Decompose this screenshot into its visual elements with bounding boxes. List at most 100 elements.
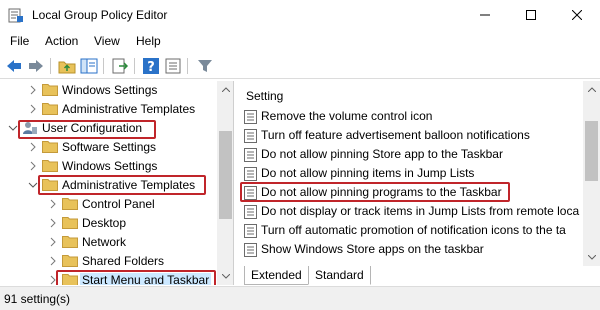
setting-row[interactable]: Turn off automatic promotion of notifica… [238, 221, 583, 240]
tree-item[interactable]: Windows Settings [0, 81, 218, 100]
minimize-button[interactable] [462, 0, 508, 30]
chevron-up-icon [221, 87, 230, 92]
chevron-right-icon[interactable] [28, 141, 38, 153]
folder-icon [42, 159, 58, 172]
chevron-down-icon[interactable] [8, 122, 18, 134]
menu-file[interactable]: File [10, 34, 29, 48]
setting-column-header[interactable]: Setting [246, 89, 283, 103]
tree-item[interactable]: Control Panel [0, 195, 218, 214]
setting-label: Remove the volume control icon [261, 109, 433, 123]
close-icon [572, 10, 582, 20]
tree-item-label: Shared Folders [82, 254, 165, 268]
setting-label: Show Windows Store apps on the taskbar [261, 242, 484, 256]
policy-setting-icon [244, 148, 257, 162]
setting-label: Turn off automatic promotion of notifica… [261, 223, 566, 237]
menu-action[interactable]: Action [45, 34, 78, 48]
filter-icon[interactable] [196, 57, 214, 75]
user-configuration-highlight [18, 120, 156, 139]
tab-standard[interactable]: Standard [308, 266, 371, 285]
tab-extended[interactable]: Extended [244, 266, 309, 285]
toolbar-separator [103, 58, 104, 74]
setting-label: Turn off feature advertisement balloon n… [261, 128, 530, 142]
chevron-right-icon[interactable] [28, 84, 38, 96]
tree-item-label: Windows Settings [62, 159, 158, 173]
tree-item[interactable]: Network [0, 233, 218, 252]
start-menu-taskbar-highlight [56, 270, 216, 285]
window-title: Local Group Policy Editor [32, 8, 168, 22]
scroll-down-button[interactable] [583, 249, 600, 266]
up-folder-icon[interactable] [58, 57, 76, 75]
setting-label: Do not allow pinning items in Jump Lists [261, 166, 475, 180]
tree-item-label: Network [82, 235, 127, 249]
setting-row[interactable]: Do not allow pinning items in Jump Lists [238, 164, 583, 183]
show-hide-tree-icon[interactable] [80, 57, 98, 75]
pinning-programs-highlight [240, 182, 510, 202]
folder-icon [62, 197, 78, 210]
administrative-templates-highlight [38, 175, 206, 195]
properties-icon[interactable] [164, 57, 182, 75]
chevron-right-icon[interactable] [28, 160, 38, 172]
export-list-icon[interactable] [111, 57, 129, 75]
scroll-up-button[interactable] [217, 81, 233, 98]
chevron-down-icon [221, 274, 230, 279]
setting-row[interactable]: Do not allow pinning Store app to the Ta… [238, 145, 583, 164]
status-bar: 91 setting(s) [0, 286, 600, 310]
setting-row[interactable]: Remove the volume control icon [238, 107, 583, 126]
folder-icon [42, 83, 58, 96]
policy-setting-icon [244, 110, 257, 124]
group-policy-app-icon [8, 8, 23, 23]
tree-item-label: Administrative Templates [62, 102, 196, 116]
title-bar: Local Group Policy Editor [0, 0, 600, 30]
tree-item[interactable]: Desktop [0, 214, 218, 233]
close-button[interactable] [554, 0, 600, 30]
setting-row[interactable]: Do not display or track items in Jump Li… [238, 202, 583, 221]
toolbar: ? [0, 53, 600, 79]
chevron-right-icon[interactable] [48, 255, 58, 267]
maximize-button[interactable] [508, 0, 554, 30]
chevron-up-icon [587, 87, 596, 92]
menu-help[interactable]: Help [136, 34, 161, 48]
chevron-right-icon[interactable] [48, 217, 58, 229]
view-tabs: Extended Standard [238, 266, 600, 286]
tree-pane: Windows Settings Administrative Templates… [0, 81, 234, 285]
scroll-thumb[interactable] [219, 131, 232, 219]
setting-row[interactable]: Show Windows Store apps on the taskbar [238, 240, 583, 259]
chevron-right-icon[interactable] [48, 236, 58, 248]
menu-bar: File Action View Help [0, 30, 600, 52]
chevron-right-icon[interactable] [48, 198, 58, 210]
policy-setting-icon [244, 243, 257, 257]
tree-item[interactable]: Windows Settings [0, 157, 218, 176]
tree-item[interactable]: Software Settings [0, 138, 218, 157]
policy-setting-icon [244, 129, 257, 143]
back-icon[interactable] [5, 57, 23, 75]
menu-view[interactable]: View [94, 34, 120, 48]
folder-icon [62, 254, 78, 267]
tree-scrollbar[interactable] [217, 81, 233, 285]
setting-row[interactable]: Turn off feature advertisement balloon n… [238, 126, 583, 145]
scroll-down-button[interactable] [217, 268, 233, 285]
details-scrollbar[interactable] [583, 81, 600, 266]
folder-icon [62, 235, 78, 248]
scroll-up-button[interactable] [583, 81, 600, 98]
setting-label: Do not allow pinning Store app to the Ta… [261, 147, 503, 161]
tree-item-label: Windows Settings [62, 83, 158, 97]
policy-setting-icon [244, 167, 257, 181]
help-icon[interactable]: ? [142, 57, 160, 75]
details-pane: Setting Remove the volume control icon Tu… [238, 81, 600, 285]
chevron-down-icon [587, 255, 596, 260]
svg-text:?: ? [147, 60, 155, 75]
minimize-icon [480, 14, 490, 16]
scroll-thumb[interactable] [585, 121, 598, 181]
folder-icon [62, 216, 78, 229]
tree-item[interactable]: Administrative Templates [0, 100, 218, 119]
setting-label: Do not display or track items in Jump Li… [261, 204, 580, 218]
folder-icon [42, 102, 58, 115]
tree-item-label: Software Settings [62, 140, 157, 154]
tree-item[interactable]: Shared Folders [0, 252, 218, 271]
chevron-right-icon[interactable] [28, 103, 38, 115]
toolbar-separator [187, 58, 188, 74]
settings-count: 91 setting(s) [4, 292, 71, 306]
tree-item-label: Desktop [82, 216, 127, 230]
forward-icon[interactable] [27, 57, 45, 75]
chevron-down-icon[interactable] [28, 179, 38, 191]
